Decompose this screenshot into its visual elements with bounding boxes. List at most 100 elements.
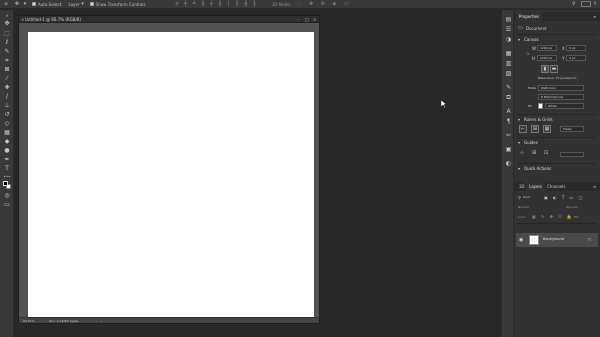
panel-menu-icon[interactable]: ≡ <box>590 182 599 191</box>
filter-kind-select[interactable]: Kind <box>523 195 530 199</box>
share-icon[interactable]: ⇪ <box>593 1 597 7</box>
y-input[interactable]: 0 px <box>566 55 586 61</box>
type-tool-icon[interactable]: T <box>2 165 12 173</box>
guide-color-select[interactable] <box>560 152 584 157</box>
blur-tool-icon[interactable]: ◆ <box>2 138 12 146</box>
close-window-icon[interactable]: × <box>313 16 316 23</box>
rulers-grids-section[interactable]: Rulers & Grids <box>524 117 553 122</box>
visibility-eye-icon[interactable]: ◉ <box>519 237 523 243</box>
chevron-down-icon[interactable]: ▾ <box>518 140 520 145</box>
toolbar-collapse-icon[interactable]: » <box>2 12 12 20</box>
guide-lock-icon[interactable]: ⊡ <box>544 150 548 156</box>
gradient-tool-icon[interactable]: ▦ <box>2 129 12 137</box>
chevron-down-icon[interactable]: ▾ <box>518 117 520 122</box>
canvas-section[interactable]: Canvas <box>524 37 539 42</box>
clone-source-panel-icon[interactable]: ⧉ <box>504 94 513 101</box>
grid-icon[interactable]: ⊞ <box>531 125 539 133</box>
close-icon[interactable]: × <box>21 16 24 23</box>
document-tab[interactable]: × Untitled-1 @ 66.7% (RGB/8) – □ × <box>19 16 319 23</box>
eraser-tool-icon[interactable]: ◇ <box>2 120 12 128</box>
mode-select[interactable]: RGB Color <box>538 85 584 91</box>
minimize-icon[interactable]: – <box>297 16 299 23</box>
landscape-orientation-icon[interactable]: ▬ <box>550 65 558 73</box>
properties-panel-icon[interactable]: ☰ <box>504 26 513 33</box>
home-icon[interactable]: ⌂ <box>0 1 12 7</box>
link-icon[interactable]: ⊃ <box>526 51 529 56</box>
chevron-down-icon[interactable]: ▾ <box>518 37 520 42</box>
libraries-panel-icon[interactable]: ▣ <box>504 146 513 153</box>
3d-mode-icons[interactable]: ◌ ✥ ✣ ◈ ▭ <box>297 1 352 7</box>
layer-row-background[interactable]: ◉ Background ⊓ <box>516 233 598 247</box>
quick-actions-section[interactable]: Quick Actions <box>524 166 551 171</box>
show-transform-checkbox[interactable] <box>89 2 94 6</box>
tools-panel-icon[interactable]: ✂ <box>504 132 513 139</box>
layer-name[interactable]: Background <box>543 237 564 241</box>
units-select[interactable]: Pixels <box>560 126 584 132</box>
more-tools-icon[interactable]: ••• <box>2 173 12 181</box>
new-guide-icon[interactable]: ⊞ <box>532 150 536 156</box>
guides-section[interactable]: Guides <box>524 140 538 145</box>
layer-dropdown[interactable]: Layer <box>69 0 80 9</box>
tab-properties[interactable]: Properties <box>516 12 543 21</box>
x-label: X <box>562 46 565 51</box>
swatches-panel-icon[interactable]: ▦ <box>504 50 513 57</box>
fill-color-swatch[interactable] <box>538 103 543 109</box>
quick-select-tool-icon[interactable]: ✎ <box>2 48 12 56</box>
panel-menu-icon[interactable]: ≡ <box>590 12 599 21</box>
screen-mode-icon[interactable]: ▭ <box>2 201 12 209</box>
layer-filter-icons[interactable]: ▣ ◐ T ▭ ▢ <box>544 195 584 200</box>
clone-stamp-tool-icon[interactable]: ⊥ <box>2 102 12 110</box>
character-panel-icon[interactable]: A <box>504 108 513 115</box>
quick-mask-icon[interactable]: ◎ <box>2 192 12 200</box>
brush-tool-icon[interactable]: / <box>2 93 12 101</box>
right-panels: Properties ≡ ▭ Document ▾ Canvas W 1200 … <box>514 10 600 337</box>
zoom-level[interactable]: 66.67% <box>23 318 34 324</box>
foreground-color-swatch[interactable] <box>3 181 8 186</box>
options-bar: ⌂ ✥ ▾ Auto-Select: Layer ▾ Show Transfor… <box>0 0 600 9</box>
history-brush-tool-icon[interactable]: ↺ <box>2 111 12 119</box>
pixel-grid-icon[interactable]: ▦ <box>543 125 551 133</box>
height-input[interactable]: 1200 px <box>537 55 557 61</box>
brushes-panel-icon[interactable]: ✎ <box>504 84 513 91</box>
align-icons[interactable]: ╤ ╪ ╧ ╟ ┼ ╢ │ ║ ╫ ║ <box>175 1 257 7</box>
patterns-panel-icon[interactable]: ▧ <box>504 70 513 77</box>
pen-tool-icon[interactable]: ✒ <box>2 156 12 164</box>
frame-tool-icon[interactable]: ⊠ <box>2 66 12 74</box>
eyedropper-tool-icon[interactable]: ⁄ <box>2 75 12 83</box>
chevron-down-icon[interactable]: ▾ <box>80 1 86 7</box>
canvas[interactable] <box>28 32 314 317</box>
dodge-tool-icon[interactable]: ● <box>2 147 12 155</box>
doc-size-info[interactable]: Doc: 4.12M/0 bytes <box>49 318 78 324</box>
ruler-icon[interactable]: ⌐ <box>519 125 527 133</box>
gradients-panel-icon[interactable]: ▥ <box>504 60 513 67</box>
guides-layout-icon[interactable]: ⊹ <box>520 150 524 156</box>
lock-icons[interactable]: ▦ ✎ ✥ ⊡ 🔒 <box>532 214 574 219</box>
fill-select[interactable]: White <box>545 103 584 109</box>
healing-brush-tool-icon[interactable]: ✚ <box>2 84 12 92</box>
tab-layers[interactable]: Layers <box>526 182 546 191</box>
workspace-icon[interactable] <box>581 1 591 7</box>
history-panel-icon[interactable]: ▤ <box>504 16 513 23</box>
chevron-down-icon[interactable]: ▾ <box>518 166 520 171</box>
color-swatches[interactable] <box>3 181 11 189</box>
color-panel-icon[interactable]: ◑ <box>504 36 513 43</box>
adjustments-panel-icon[interactable]: ◐ <box>504 160 513 167</box>
crop-tool-icon[interactable]: ⌗ <box>2 57 12 65</box>
search-icon[interactable]: ⚲ <box>572 1 576 7</box>
paragraph-panel-icon[interactable]: ¶ <box>504 118 513 125</box>
blend-mode-select[interactable]: Normal <box>518 205 529 209</box>
auto-select-checkbox[interactable] <box>32 2 36 6</box>
x-input[interactable]: 0 px <box>566 45 586 51</box>
move-tool-icon[interactable]: ✥ <box>2 20 12 28</box>
opacity-label: Opacity: <box>566 205 579 209</box>
maximize-icon[interactable]: □ <box>305 16 309 23</box>
width-input[interactable]: 1200 px <box>537 45 557 51</box>
bit-depth-select[interactable]: 8 Bits/Channel <box>538 94 584 100</box>
move-tool-preset-icon[interactable]: ✥ <box>12 1 22 7</box>
portrait-orientation-icon[interactable]: ▮ <box>541 65 549 73</box>
marquee-tool-icon[interactable]: ⬚ <box>2 30 12 38</box>
status-arrow-icon[interactable]: › <box>101 318 102 324</box>
chevron-down-icon[interactable]: ▾ <box>22 1 28 7</box>
lasso-tool-icon[interactable]: ℓ <box>2 39 12 47</box>
tab-channels[interactable]: Channels <box>544 182 569 191</box>
